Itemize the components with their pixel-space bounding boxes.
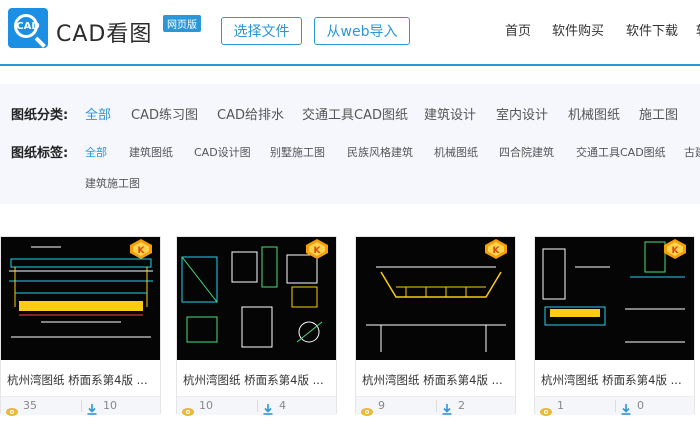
- view-count: 10: [199, 399, 213, 412]
- download-count: 10: [103, 399, 117, 412]
- svg-text:K: K: [672, 246, 680, 256]
- category-interior[interactable]: 室内设计: [496, 104, 548, 123]
- drawing-title[interactable]: 杭州湾图纸 桥面系第4版 ...: [362, 372, 512, 388]
- nav-more[interactable]: 软: [696, 20, 700, 39]
- tag-label: 图纸标签:: [11, 146, 69, 161]
- web-version-badge: 网页版: [163, 15, 201, 32]
- logo-icon-text: CAD: [16, 21, 40, 32]
- logo-icon[interactable]: CAD: [8, 8, 48, 48]
- import-from-web-button[interactable]: 从web导入: [314, 17, 410, 45]
- cad-badge-icon: K: [664, 239, 686, 259]
- tag-mechanical[interactable]: 机械图纸: [434, 144, 478, 160]
- download-count: 0: [637, 399, 644, 412]
- download-count: 4: [279, 399, 286, 412]
- nav-buy-software[interactable]: 软件购买: [552, 20, 604, 39]
- stats-divider: [81, 400, 82, 412]
- view-count: 9: [378, 399, 385, 412]
- category-cad-practice[interactable]: CAD练习图: [131, 104, 198, 123]
- cad-badge-icon: K: [485, 239, 507, 259]
- drawing-card[interactable]: K 杭州湾图纸 桥面系第4版 ... 1 0: [534, 236, 695, 416]
- eye-icon: [361, 401, 373, 416]
- svg-text:K: K: [138, 246, 146, 256]
- category-mechanical[interactable]: 机械图纸: [568, 104, 620, 123]
- download-icon[interactable]: [263, 400, 273, 415]
- eye-icon: [182, 401, 194, 416]
- logo-text[interactable]: CAD看图: [56, 16, 152, 48]
- svg-text:K: K: [314, 246, 322, 256]
- drawing-card[interactable]: K 杭州湾图纸 桥面系第4版 ... 35 10: [0, 236, 161, 416]
- download-count: 2: [458, 399, 465, 412]
- tag-cad-design[interactable]: CAD设计图: [194, 144, 251, 160]
- tag-villa-construction[interactable]: 别墅施工图: [270, 144, 325, 160]
- card-stats: 35 10: [1, 396, 160, 416]
- select-file-button[interactable]: 选择文件: [221, 17, 302, 45]
- category-label: 图纸分类:: [11, 108, 69, 123]
- eye-icon: [6, 401, 18, 416]
- category-vehicle-cad[interactable]: 交通工具CAD图纸: [302, 104, 408, 123]
- nav-download-software[interactable]: 软件下载: [626, 20, 678, 39]
- view-count: 1: [557, 399, 564, 412]
- card-stats: 9 2: [356, 396, 515, 416]
- drawing-card[interactable]: K 杭州湾图纸 桥面系第4版 ... 9 2: [355, 236, 516, 416]
- drawing-title[interactable]: 杭州湾图纸 桥面系第4版 ...: [541, 372, 691, 388]
- category-architecture[interactable]: 建筑设计: [424, 104, 476, 123]
- tag-construction-drawings[interactable]: 建筑施工图: [85, 175, 140, 191]
- header: CAD CAD看图 网页版 选择文件 从web导入 首页 软件购买 软件下载 软: [0, 0, 700, 64]
- cad-badge-icon: K: [306, 239, 328, 259]
- nav-home[interactable]: 首页: [505, 20, 531, 39]
- tag-ethnic-architecture[interactable]: 民族风格建筑: [347, 144, 413, 160]
- download-icon[interactable]: [442, 400, 452, 415]
- download-icon[interactable]: [621, 400, 631, 415]
- tag-siheyuan[interactable]: 四合院建筑: [499, 144, 554, 160]
- category-all[interactable]: 全部: [85, 104, 111, 123]
- tag-vehicle-cad[interactable]: 交通工具CAD图纸: [576, 144, 666, 160]
- drawing-card[interactable]: K 杭州湾图纸 桥面系第4版 ... 10 4: [176, 236, 337, 416]
- tag-all[interactable]: 全部: [85, 144, 107, 160]
- view-count: 35: [23, 399, 37, 412]
- drawing-title[interactable]: 杭州湾图纸 桥面系第4版 ...: [183, 372, 333, 388]
- stats-divider: [257, 400, 258, 412]
- download-icon[interactable]: [87, 400, 97, 415]
- category-cad-plumbing[interactable]: CAD给排水: [217, 104, 284, 123]
- card-stats: 10 4: [177, 396, 336, 416]
- stats-divider: [615, 400, 616, 412]
- svg-text:K: K: [493, 246, 501, 256]
- header-divider: [0, 64, 700, 66]
- tag-ancient-architecture[interactable]: 古建: [684, 144, 700, 160]
- filter-panel: 图纸分类: 全部 CAD练习图 CAD给排水 交通工具CAD图纸 建筑设计 室内…: [0, 84, 700, 204]
- category-construction[interactable]: 施工图: [639, 104, 678, 123]
- card-stats: 1 0: [535, 396, 694, 416]
- cad-badge-icon: K: [130, 239, 152, 259]
- eye-icon: [540, 401, 552, 416]
- tag-architecture-drawings[interactable]: 建筑图纸: [129, 144, 173, 160]
- drawing-title[interactable]: 杭州湾图纸 桥面系第4版 ...: [7, 372, 157, 388]
- stats-divider: [436, 400, 437, 412]
